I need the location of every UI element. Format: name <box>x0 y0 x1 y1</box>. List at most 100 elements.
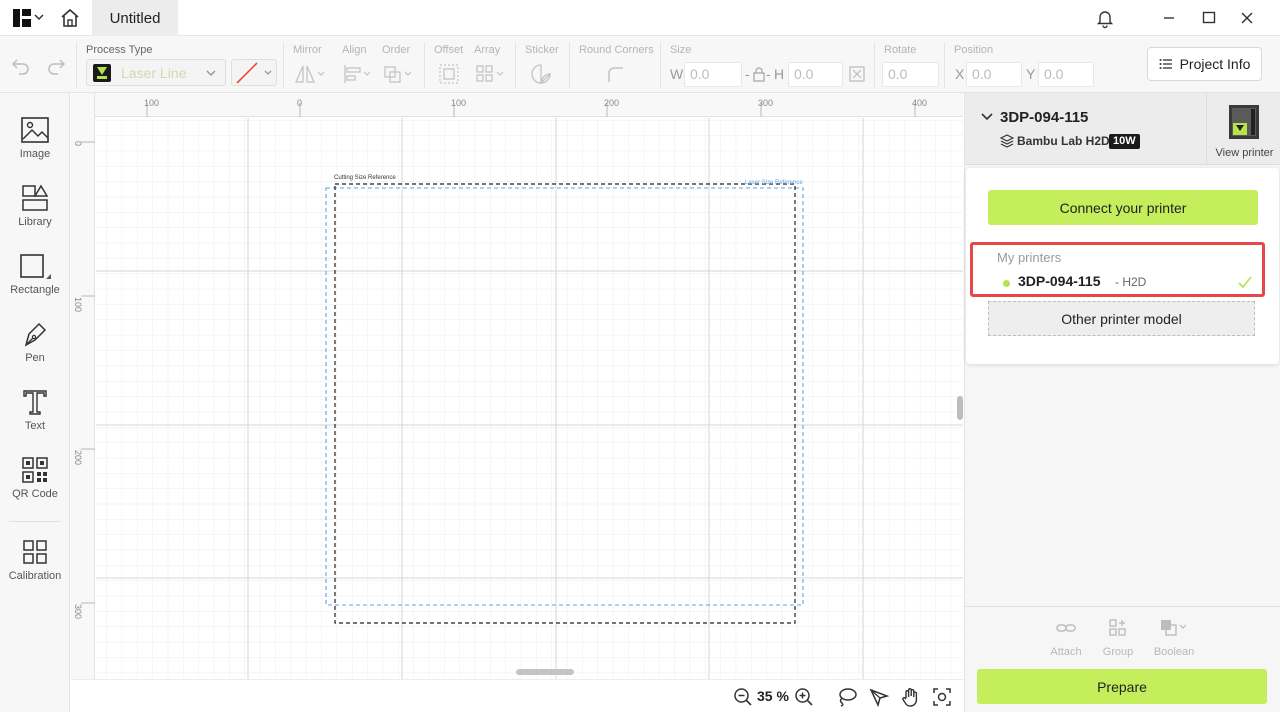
other-printer-model-button[interactable]: Other printer model <box>988 301 1255 336</box>
horizontal-scrollbar[interactable] <box>516 669 574 675</box>
height-input[interactable]: 0.0 <box>788 62 843 87</box>
printer-model: - H2D <box>1115 275 1147 289</box>
array-icon[interactable] <box>474 63 508 85</box>
sidebar-item-label: Library <box>18 216 52 228</box>
align-icon[interactable] <box>342 63 374 85</box>
vertical-scrollbar[interactable] <box>957 396 963 420</box>
chevron-down-icon[interactable] <box>980 111 994 123</box>
x-label: X <box>955 66 965 82</box>
zoom-level: 35 % <box>757 688 789 704</box>
focus-view-icon[interactable] <box>932 687 952 707</box>
device-name: 3DP-094-115 <box>1000 109 1089 126</box>
sidebar-item-image[interactable]: Image <box>0 115 70 177</box>
device-header[interactable]: 3DP-094-115 Bambu Lab H2D 10W View print… <box>965 93 1280 165</box>
tab-title: Untitled <box>109 9 161 27</box>
tab-untitled[interactable]: Untitled <box>92 0 178 36</box>
project-info-button[interactable]: Project Info <box>1147 47 1262 81</box>
sidebar-item-pen[interactable]: Pen <box>0 319 70 381</box>
checkmark-icon <box>1238 276 1252 289</box>
sidebar-item-label: Calibration <box>8 570 62 582</box>
zoom-out-icon[interactable] <box>733 687 753 707</box>
chevron-down-icon <box>206 70 216 77</box>
app-logo-icon[interactable] <box>12 8 32 28</box>
lock-icon[interactable] <box>752 66 766 82</box>
list-icon <box>1159 59 1172 69</box>
rotate-input[interactable]: 0.0 <box>882 62 939 87</box>
close-icon[interactable] <box>1236 7 1258 29</box>
mirror-label: Mirror <box>293 44 322 56</box>
ruler-top-label: 200 <box>604 98 620 108</box>
order-icon[interactable] <box>382 63 416 85</box>
laser-power-badge: 10W <box>1109 134 1140 149</box>
ruler-left-label: 0 <box>73 141 83 147</box>
boolean-label: Boolean <box>1153 646 1195 658</box>
bell-icon[interactable] <box>1094 7 1116 29</box>
cutting-size-reference-label: Cutting Size Reference <box>334 175 396 181</box>
line-color-select[interactable] <box>231 59 277 86</box>
sidebar-item-label: Text <box>24 420 46 432</box>
group-label: Group <box>1102 646 1134 658</box>
printer-layers-icon <box>1000 134 1014 148</box>
align-label: Align <box>342 44 367 56</box>
sidebar-item-rectangle[interactable]: Rectangle <box>0 251 70 313</box>
round-corners-icon[interactable] <box>604 63 626 85</box>
process-type-select[interactable]: Laser Line <box>86 59 226 86</box>
sidebar-item-label: Pen <box>25 352 45 364</box>
minimize-icon[interactable] <box>1158 7 1180 29</box>
printer-list-item[interactable]: 3DP-094-115 - H2D <box>973 267 1262 295</box>
qr-code-icon <box>22 457 48 483</box>
undo-icon[interactable] <box>10 54 32 76</box>
connect-printer-button[interactable]: Connect your printer <box>988 190 1258 225</box>
zoom-in-icon[interactable] <box>794 687 814 707</box>
pen-icon <box>24 322 47 347</box>
width-input[interactable]: 0.0 <box>684 62 742 87</box>
ruler-top-label: 300 <box>758 98 774 108</box>
sidebar-item-calibration[interactable]: Calibration <box>0 537 70 599</box>
ruler-left: 0 100 200 300 <box>71 93 95 679</box>
hand-pan-icon[interactable] <box>900 686 922 708</box>
home-icon[interactable] <box>58 6 82 30</box>
boolean-button[interactable]: Boolean <box>1149 618 1199 658</box>
ruler-left-label: 100 <box>73 297 83 313</box>
laser-line-swatch-icon <box>93 64 111 82</box>
ruler-left-label: 300 <box>73 604 83 620</box>
lasso-select-icon[interactable] <box>836 687 858 707</box>
sidebar-item-qr-code[interactable]: QR Code <box>0 455 70 517</box>
sidebar-item-label: Rectangle <box>10 284 60 296</box>
width-label: W <box>670 66 684 82</box>
offset-icon[interactable] <box>438 63 460 85</box>
sidebar-item-text[interactable]: Text <box>0 387 70 449</box>
ruler-top-label: 100 <box>144 98 160 108</box>
expand-icon[interactable] <box>849 66 865 82</box>
project-info-label: Project Info <box>1179 56 1251 72</box>
toolbar: Process Type Mirror Align Order Offset A… <box>0 36 1280 93</box>
x-position-input[interactable]: 0.0 <box>966 62 1022 87</box>
group-button[interactable]: Group <box>1093 618 1143 658</box>
array-label: Array <box>474 44 501 56</box>
sidebar-item-label: QR Code <box>12 488 58 500</box>
select-cursor-icon[interactable] <box>868 687 890 707</box>
design-canvas[interactable]: Cutting Size Reference Laser Size Refere… <box>71 93 963 712</box>
ruler-top-label: 0 <box>297 98 303 108</box>
sidebar-item-library[interactable]: Library <box>0 183 70 245</box>
sidebar-item-label: Image <box>19 148 51 160</box>
process-type-value: Laser Line <box>121 65 187 81</box>
calibration-grid-icon <box>23 540 47 564</box>
chevron-down-icon[interactable] <box>33 11 45 23</box>
view-printer-button[interactable]: View printer <box>1206 93 1280 165</box>
ruler-left-label: 200 <box>73 450 83 466</box>
order-label: Order <box>382 44 411 56</box>
sticker-label: Sticker <box>525 44 559 56</box>
boolean-icon <box>1161 620 1187 636</box>
canvas-grid[interactable]: Cutting Size Reference Laser Size Refere… <box>96 118 963 679</box>
printer-thumbnail-icon <box>1229 105 1259 139</box>
y-position-input[interactable]: 0.0 <box>1038 62 1094 87</box>
printer-name: 3DP-094-115 <box>1018 273 1101 289</box>
offset-label: Offset <box>434 44 464 56</box>
prepare-button[interactable]: Prepare <box>977 669 1267 704</box>
mirror-icon[interactable] <box>293 63 327 85</box>
redo-icon[interactable] <box>45 54 67 76</box>
sticker-icon[interactable] <box>530 63 552 85</box>
maximize-icon[interactable] <box>1198 7 1220 29</box>
attach-button[interactable]: Attach <box>1041 618 1091 658</box>
